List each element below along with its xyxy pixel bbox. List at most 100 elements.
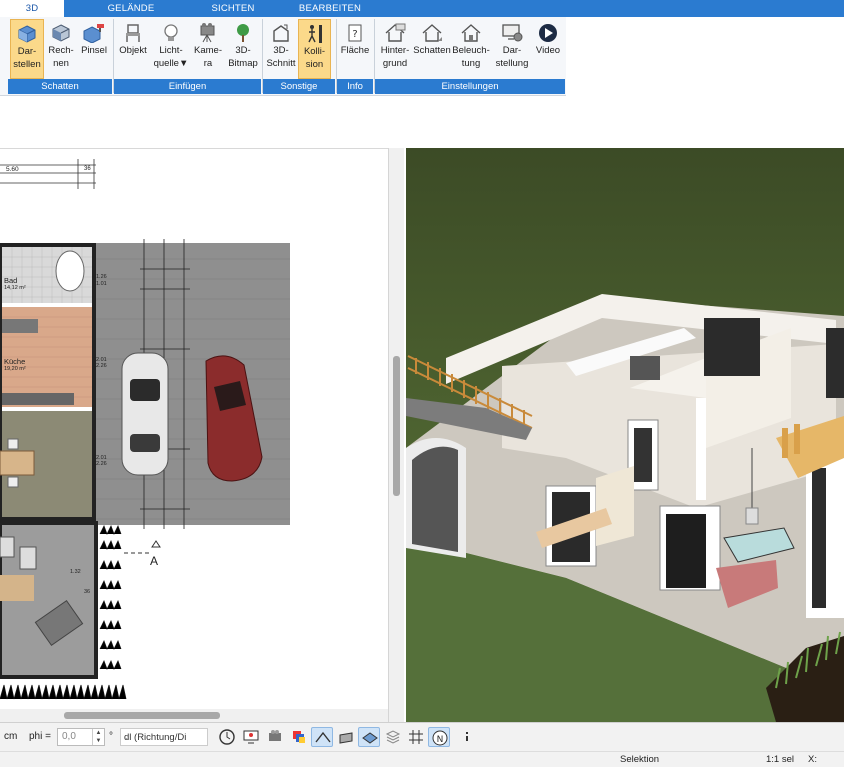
darstellung-button[interactable]: Dar- stellung <box>492 19 532 79</box>
group-sonstige: Sonstige <box>263 79 335 94</box>
grid-icon[interactable] <box>405 727 427 747</box>
svg-text:N: N <box>437 735 444 745</box>
dimension-label: 1.32 <box>70 569 81 575</box>
ribbon: Dar- stellen Rech- nen Pinsel Objekt Lic… <box>0 17 566 96</box>
hintergrund-label-2: grund <box>382 58 408 69</box>
stack-icon[interactable] <box>382 727 404 747</box>
lichtquelle-label-2: quelle▼ <box>153 58 189 69</box>
room-label-kueche: Küche <box>4 357 26 366</box>
camera-roll-icon[interactable] <box>264 727 286 747</box>
lichtquelle-label-1: Licht- <box>159 45 183 56</box>
floor-plan-view[interactable]: 5.60 36 Bad 14,12 m² Küche 19,20 m² A 1.… <box>0 148 388 722</box>
lichtquelle-button[interactable]: Licht- quelle▼ <box>152 19 190 79</box>
area-info-icon: ? <box>348 24 362 42</box>
scroll-thumb[interactable] <box>64 712 220 719</box>
north-icon[interactable]: N <box>428 727 450 747</box>
tab-sichten[interactable]: SICHTEN <box>198 0 268 17</box>
clock-icon[interactable] <box>216 727 238 747</box>
ribbon-empty-area <box>566 17 844 96</box>
status-mode: Selektion <box>620 754 660 765</box>
dimension-label: 1.01 <box>96 281 107 287</box>
objekt-button[interactable]: Objekt <box>116 19 150 79</box>
group-einstellungen: Einstellungen <box>375 79 565 94</box>
collision-icon <box>307 25 322 43</box>
plane-icon[interactable] <box>358 727 380 747</box>
cube-brush-icon <box>83 24 104 43</box>
schnitt-label-2: Schnitt <box>266 58 296 69</box>
direction-combo[interactable]: dl (Richtung/Di ⌄ <box>120 728 208 746</box>
ribbon-tab-bar: 3D GELÄNDE SICHTEN BEARBEITEN <box>0 0 844 17</box>
chair-icon <box>126 24 140 42</box>
objekt-label: Objekt <box>119 45 147 56</box>
cube-render-icon <box>52 24 70 42</box>
monitor-icon[interactable] <box>240 727 262 747</box>
house-light-icon <box>461 24 481 42</box>
flaeche-label: Fläche <box>340 45 370 56</box>
kamera-label-2: ra <box>203 58 213 69</box>
layers-icon[interactable] <box>288 727 310 747</box>
dimension-label: 1.26 <box>96 274 107 280</box>
schatten-button[interactable]: Schatten <box>413 19 451 79</box>
tab-3d[interactable]: 3D <box>0 0 64 17</box>
tab-gelaende[interactable]: GELÄNDE <box>96 0 166 17</box>
pinsel-button[interactable]: Pinsel <box>78 19 110 79</box>
schnitt-button[interactable]: 3D- Schnitt <box>265 19 297 79</box>
degree-label: ° <box>109 731 113 742</box>
rechnen-label-2: nen <box>53 58 69 69</box>
scroll-thumb[interactable] <box>393 356 400 496</box>
tab-bearbeiten[interactable]: BEARBEITEN <box>290 0 370 17</box>
status-bar: Selektion 1:1 sel X: <box>0 751 844 767</box>
group-info: Info <box>337 79 373 94</box>
svg-text:?: ? <box>352 29 357 40</box>
video-button[interactable]: Video <box>532 19 564 79</box>
beleuchtung-label-2: tung <box>461 58 481 69</box>
phi-value: 0,0 <box>62 731 76 742</box>
group-schatten: Schatten <box>8 79 112 94</box>
phi-input[interactable]: 0,0 ▲ ▼ <box>57 728 105 746</box>
monitor-gear-icon <box>502 24 523 42</box>
fence-icon[interactable] <box>335 727 357 747</box>
bitmap-button[interactable]: 3D- Bitmap <box>226 19 260 79</box>
dots-icon[interactable] <box>456 727 478 747</box>
beleuchtung-label-1: Beleuch- <box>452 45 490 56</box>
darstellen-label-1: Dar- <box>17 46 37 57</box>
group-einfuegen: Einfügen <box>114 79 261 94</box>
section-marker-a[interactable]: A <box>150 554 158 568</box>
dimension-label: 2.26 <box>96 461 107 467</box>
darstellen-label-2: stellen <box>13 59 41 70</box>
kollision-label-2: sion <box>305 59 324 70</box>
rechnen-button[interactable]: Rech- nen <box>44 19 78 79</box>
3d-view[interactable] <box>406 148 844 722</box>
flaeche-button[interactable]: ? Fläche <box>338 19 372 79</box>
plan-horizontal-scrollbar[interactable] <box>0 709 388 722</box>
phi-label: phi = <box>29 731 51 742</box>
phi-stepper[interactable]: ▲ ▼ <box>92 729 104 745</box>
kollision-label-1: Kolli- <box>303 46 326 57</box>
car-white <box>121 352 169 476</box>
dimension-top-right: 36 <box>84 166 91 172</box>
lightbulb-icon <box>164 24 178 41</box>
dimension-top: 5.60 <box>6 166 19 173</box>
video-label: Video <box>535 45 561 56</box>
status-scale: 1:1 sel <box>766 754 794 765</box>
house-background-icon <box>385 23 406 42</box>
room-label-bad: Bad <box>4 276 18 285</box>
beleuchtung-button[interactable]: Beleuch- tung <box>452 19 490 79</box>
dimension-label: 2.26 <box>96 363 107 369</box>
house-shadow-icon <box>422 24 442 42</box>
chevron-down-icon[interactable]: ▼ <box>179 58 188 69</box>
hintergrund-button[interactable]: Hinter- grund <box>378 19 412 79</box>
darstellen-button[interactable]: Dar- stellen <box>10 19 44 79</box>
room-area-kueche: 19,20 m² <box>4 366 26 372</box>
floor-plan-canvas <box>0 159 290 700</box>
kollision-button[interactable]: Kolli- sion <box>298 19 331 79</box>
bitmap-label-2: Bitmap <box>228 58 258 69</box>
unit-label: cm <box>4 731 18 742</box>
chevron-down-icon: ⌄ <box>124 733 131 742</box>
darstellung-label-1: Dar- <box>502 45 522 56</box>
kamera-button[interactable]: Kame- ra <box>190 19 226 79</box>
schatten-label: Schatten <box>413 45 451 56</box>
plan-vertical-scrollbar[interactable] <box>388 148 404 722</box>
schnitt-label-1: 3D- <box>273 45 289 56</box>
roof-icon[interactable] <box>311 727 333 747</box>
